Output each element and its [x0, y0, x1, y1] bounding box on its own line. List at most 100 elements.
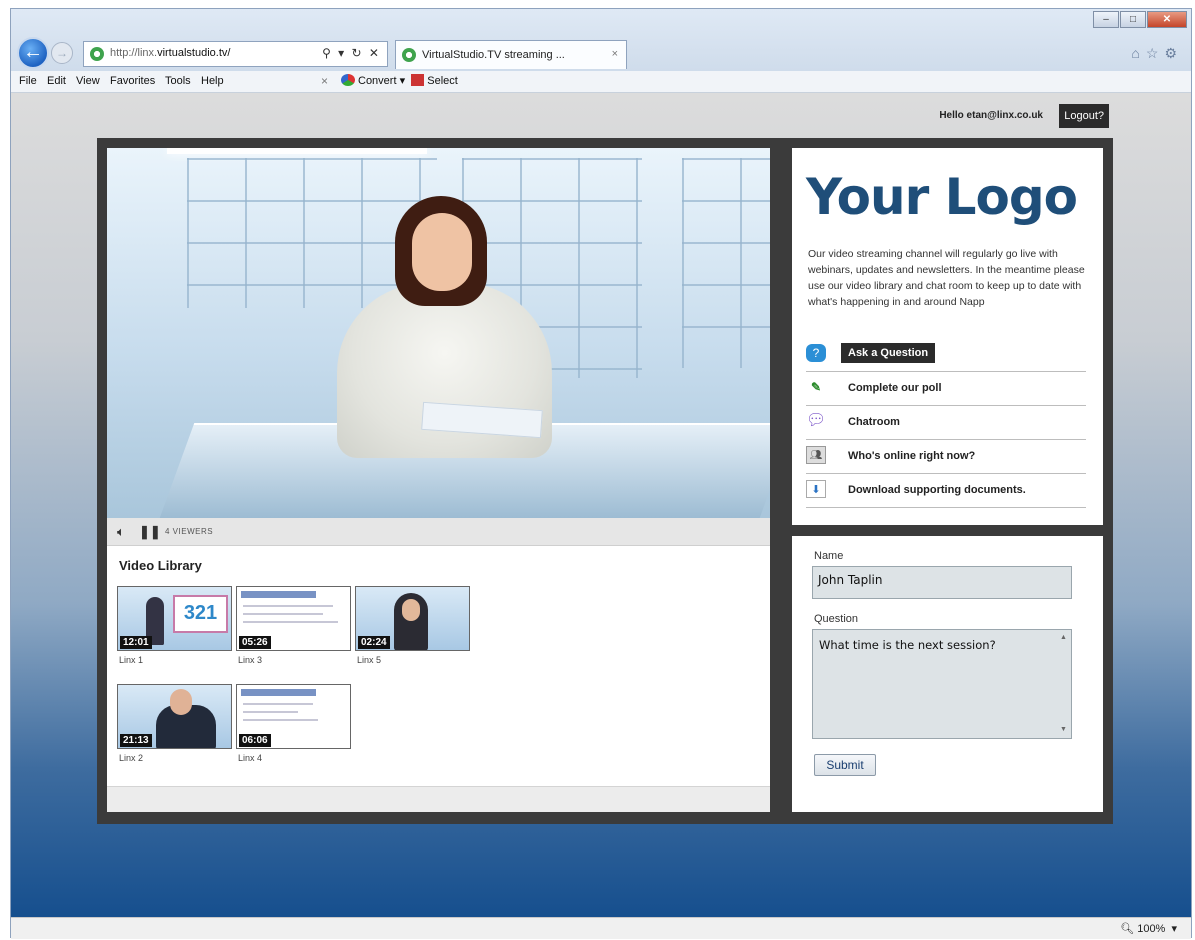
forward-button[interactable]: → [51, 42, 73, 64]
slide-line [243, 719, 318, 721]
viewers-count: 4 VIEWERS [165, 527, 214, 536]
favorites-star-icon[interactable]: ☆ [1146, 45, 1165, 61]
studio-light [167, 148, 427, 154]
video-duration: 02:24 [358, 636, 390, 649]
studio-frame: 🔈︎ ❚❚ 4 VIEWERS Video Library 321 12:01 … [97, 138, 1113, 824]
chatroom-link[interactable]: 💬︎ Chatroom [806, 406, 1086, 440]
video-caption: Linx 1 [119, 655, 144, 665]
video-player[interactable] [107, 148, 770, 518]
channel-description: Our video streaming channel will regular… [808, 248, 1085, 308]
zoom-control[interactable]: 🔍︎ 100% ▾ [1120, 922, 1177, 935]
action-label: Complete our poll [848, 382, 942, 394]
video-caption: Linx 5 [357, 655, 382, 665]
zoom-dropdown-icon[interactable]: ▾ [1171, 923, 1177, 935]
logout-button[interactable]: Logout? [1059, 104, 1109, 128]
close-window-button[interactable]: ✕ [1147, 11, 1187, 28]
convert-button[interactable]: Convert ▾ Select [341, 74, 458, 87]
zoom-level: 100% [1137, 923, 1166, 935]
video-thumb-linx-4[interactable]: 06:06 [236, 684, 351, 749]
site-favicon-icon [90, 47, 104, 61]
video-caption: Linx 4 [238, 753, 263, 763]
menu-help[interactable]: Help [201, 75, 224, 87]
video-thumb-linx-3[interactable]: 05:26 [236, 586, 351, 651]
user-greeting: Hello etan@linx.co.uk [939, 110, 1043, 121]
info-panel: Your Logo Our video streaming channel wi… [792, 148, 1103, 525]
menu-tools[interactable]: Tools [165, 75, 191, 87]
video-caption: Linx 2 [119, 753, 144, 763]
ask-question-link[interactable]: ? Ask a Question [806, 338, 1086, 372]
slide-line [243, 613, 323, 615]
maximize-button[interactable]: □ [1120, 11, 1146, 28]
menu-edit[interactable]: Edit [47, 75, 66, 87]
video-caption: Linx 3 [238, 655, 263, 665]
name-field[interactable]: John Taplin [812, 566, 1072, 599]
poll-link[interactable]: ✎ Complete our poll [806, 372, 1086, 406]
minimize-button[interactable]: – [1093, 11, 1119, 28]
menu-file[interactable]: File [19, 75, 37, 87]
thumb-face [170, 689, 192, 715]
convert-dropdown-icon[interactable]: ▾ [400, 75, 406, 87]
submit-button[interactable]: Submit [814, 754, 876, 776]
select-icon [411, 74, 425, 86]
presenter-face [412, 213, 472, 291]
slide-line [243, 605, 333, 607]
settings-gear-icon[interactable]: ⚙ [1164, 45, 1183, 61]
video-duration: 21:13 [120, 734, 152, 747]
back-button[interactable]: ← [17, 37, 49, 69]
thumb-face [402, 599, 420, 621]
action-label: Ask a Question [841, 343, 936, 363]
slide-line [243, 621, 338, 623]
menu-view[interactable]: View [76, 75, 100, 87]
player-controls: 🔈︎ ❚❚ 4 VIEWERS [107, 518, 770, 546]
home-icon[interactable]: ⌂ [1131, 45, 1145, 61]
video-duration: 06:06 [239, 734, 271, 747]
volume-icon[interactable]: 🔈︎ [117, 524, 125, 540]
browser-titlebar: ← → http://linx.virtualstudio.tv/ ⚲ ▾ ↻ … [11, 9, 1191, 71]
video-thumb-linx-1[interactable]: 321 12:01 [117, 586, 232, 651]
convert-icon [341, 74, 355, 86]
tab-title: VirtualStudio.TV streaming ... [422, 49, 565, 61]
download-icon: ⬇ [806, 480, 826, 498]
address-actions-icon[interactable]: ⚲ ▾ ↻ ✕ [322, 46, 381, 60]
action-label: Download supporting documents. [848, 484, 1026, 496]
download-documents-link[interactable]: ⬇ Download supporting documents. [806, 474, 1086, 508]
name-label: Name [814, 550, 844, 562]
video-duration: 05:26 [239, 636, 271, 649]
slide-line [243, 711, 298, 713]
question-field[interactable]: What time is the next session? [812, 629, 1072, 739]
question-form: Name John Taplin Question What time is t… [792, 536, 1103, 812]
library-footer-bar [107, 786, 770, 812]
pause-icon[interactable]: ❚❚ [139, 524, 161, 540]
thumb-badge: 321 [173, 595, 228, 633]
tab-virtualstudio[interactable]: VirtualStudio.TV streaming ... × [395, 40, 627, 69]
video-thumb-linx-5[interactable]: 02:24 [355, 586, 470, 651]
toolbar-close-icon[interactable]: × [321, 74, 328, 88]
tab-close-icon[interactable]: × [612, 48, 618, 60]
menu-bar: File Edit View Favorites Tools Help × Co… [11, 71, 1191, 93]
page-content: Hello etan@linx.co.uk Logout? 🔈︎ ❚❚ 4 VI… [11, 93, 1191, 917]
users-online-icon: 👥︎ [806, 446, 826, 464]
video-thumb-linx-2[interactable]: 21:13 [117, 684, 232, 749]
chat-icon: 💬︎ [806, 412, 827, 429]
video-duration: 12:01 [120, 636, 152, 649]
poll-icon: ✎ [810, 380, 822, 394]
studio-window-right [682, 158, 770, 368]
slide-line [243, 703, 313, 705]
select-button[interactable]: Select [427, 75, 458, 87]
browser-toolbar-icons: ⌂☆⚙ [1131, 45, 1183, 62]
menu-favorites[interactable]: Favorites [110, 75, 155, 87]
video-panel: 🔈︎ ❚❚ 4 VIEWERS Video Library 321 12:01 … [107, 148, 770, 812]
whos-online-link[interactable]: 👥︎ Who's online right now? [806, 440, 1086, 474]
scroll-down-icon[interactable]: ▼ [1060, 726, 1067, 733]
question-bubble-icon: ? [806, 344, 826, 362]
video-library-title: Video Library [119, 558, 202, 573]
browser-window: ← → http://linx.virtualstudio.tv/ ⚲ ▾ ↻ … [10, 8, 1192, 939]
scroll-up-icon[interactable]: ▲ [1060, 634, 1067, 641]
address-bar[interactable]: http://linx.virtualstudio.tv/ ⚲ ▾ ↻ ✕ [83, 41, 388, 67]
brand-logo: Your Logo [806, 168, 1078, 226]
question-label: Question [814, 613, 859, 625]
action-label: Chatroom [848, 416, 900, 428]
window-controls: – □ ✕ [1092, 11, 1187, 28]
address-text: http://linx.virtualstudio.tv/ [110, 47, 231, 59]
tab-favicon-icon [402, 48, 416, 62]
